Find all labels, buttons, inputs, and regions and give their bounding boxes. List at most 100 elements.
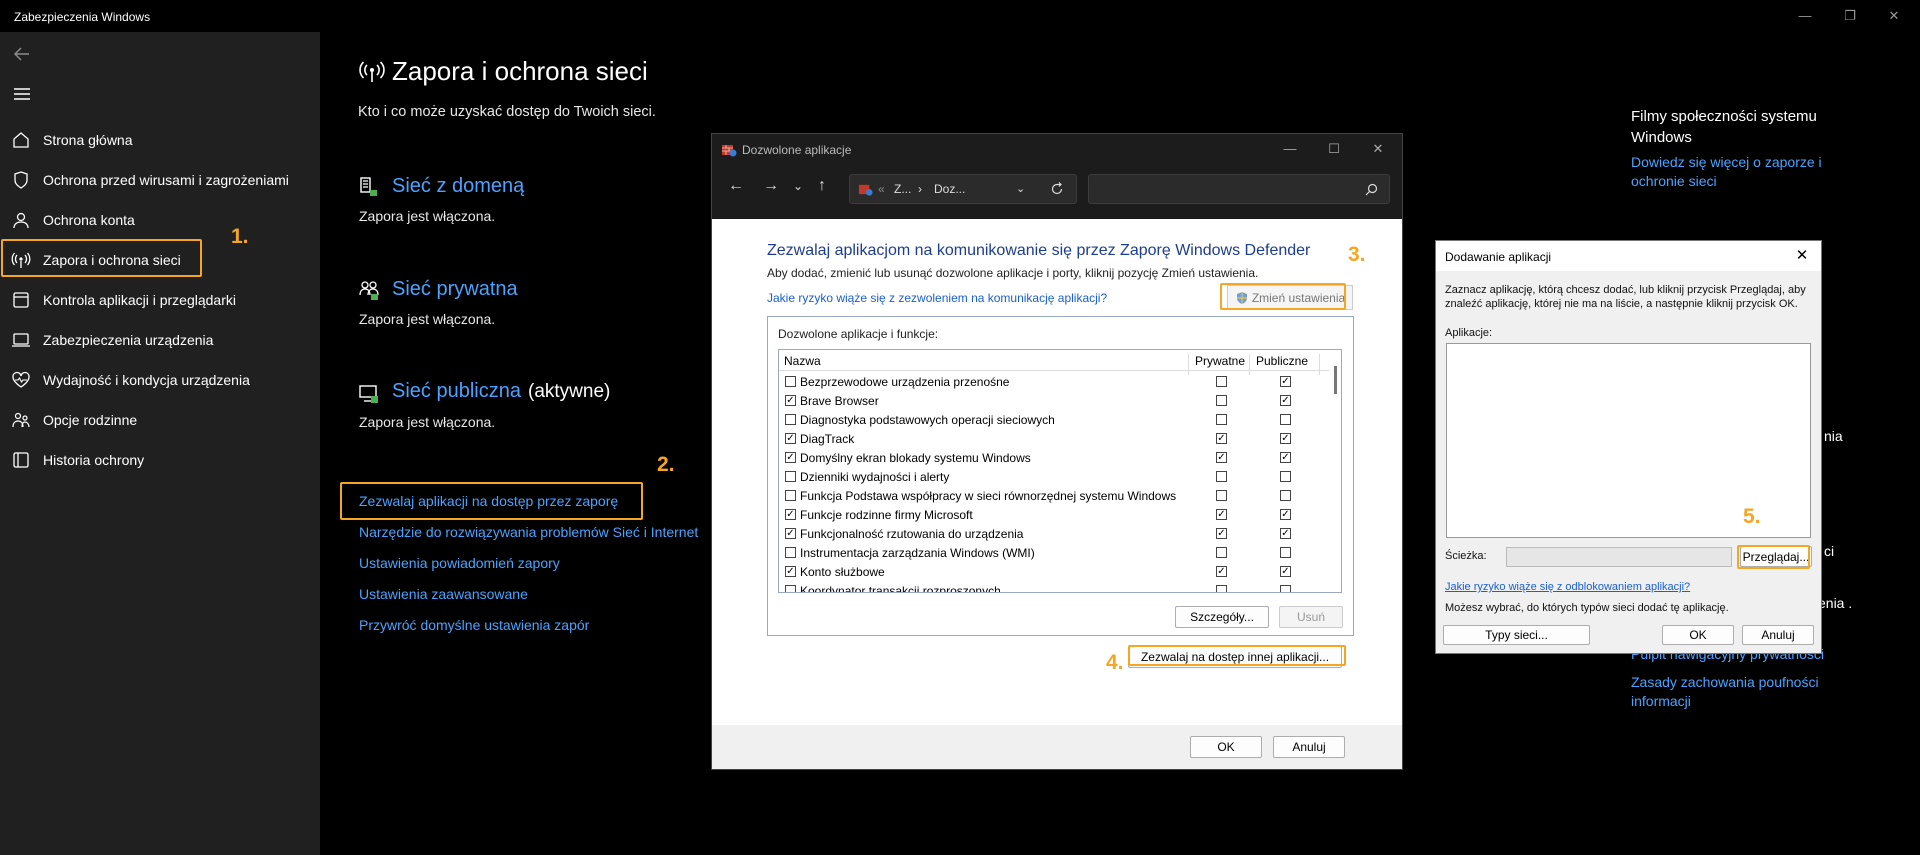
recent-locations-button[interactable]: ⌄ [786, 174, 810, 198]
table-row[interactable]: ✓ Domyślny ekran blokady systemu Windows ✓… [779, 448, 1329, 467]
firewall-notification-settings-link[interactable]: Ustawienia powiadomień zapory [359, 555, 560, 571]
table-row[interactable]: ✓ Brave Browser ✓ [779, 391, 1329, 410]
network-types-button[interactable]: Typy sieci... [1443, 625, 1590, 645]
address-segment-2[interactable]: Doz... [934, 182, 965, 196]
table-row[interactable]: Dzienniki wydajności i alerty [779, 467, 1329, 486]
minimize-button[interactable]: — [1795, 6, 1815, 26]
private-checkbox[interactable] [1216, 490, 1227, 501]
table-row[interactable]: ✓ Konto służbowe ✓ ✓ [779, 562, 1329, 581]
close-button[interactable]: ✕ [1884, 6, 1904, 26]
address-segment-1[interactable]: Z... [894, 182, 911, 196]
enabled-checkbox[interactable] [785, 471, 796, 482]
search-input[interactable] [1088, 174, 1390, 204]
sidebar-item-home[interactable]: Strona główna [4, 122, 200, 158]
public-checkbox[interactable]: ✓ [1280, 528, 1291, 539]
public-checkbox[interactable]: ✓ [1280, 376, 1291, 387]
private-checkbox[interactable]: ✓ [1216, 566, 1227, 577]
private-checkbox[interactable] [1216, 547, 1227, 558]
nav-back-button[interactable]: ← [724, 174, 748, 198]
enabled-checkbox[interactable] [785, 376, 796, 387]
address-dropdown-icon[interactable]: ⌄ [1016, 182, 1025, 195]
public-checkbox[interactable]: ✓ [1280, 509, 1291, 520]
allowed-apps-list[interactable]: Nazwa Prywatne Publiczne Bezprzewodowe u… [778, 349, 1342, 593]
sidebar-item-device-performance[interactable]: Wydajność i kondycja urządzenia [4, 362, 250, 398]
details-button[interactable]: Szczegóły... [1175, 606, 1269, 628]
unblock-risk-link[interactable]: Jakie ryzyko wiąże się z odblokowaniem a… [1445, 581, 1690, 593]
address-bar[interactable]: « Z... › Doz... ⌄ [849, 174, 1077, 204]
public-checkbox[interactable]: ✓ [1280, 395, 1291, 406]
table-row[interactable]: ✓ Funkcje rodzinne firmy Microsoft ✓ ✓ [779, 505, 1329, 524]
sidebar-item-app-browser-control[interactable]: Kontrola aplikacji i przeglądarki [4, 282, 236, 318]
dialog-minimize-button[interactable]: — [1279, 138, 1301, 160]
private-checkbox[interactable] [1216, 376, 1227, 387]
nav-up-button[interactable]: ↑ [810, 174, 834, 198]
private-checkbox[interactable] [1216, 585, 1227, 592]
list-scrollbar[interactable] [1330, 350, 1341, 592]
table-row[interactable]: Funkcja Podstawa współpracy w sieci równ… [779, 486, 1329, 505]
table-row[interactable]: ✓ Funkcjonalność rzutowania do urządzenia… [779, 524, 1329, 543]
private-checkbox[interactable] [1216, 471, 1227, 482]
enabled-checkbox[interactable]: ✓ [785, 509, 796, 520]
enabled-checkbox[interactable] [785, 585, 796, 592]
column-header-name[interactable]: Nazwa [784, 354, 821, 368]
table-row[interactable]: ✓ DiagTrack ✓ ✓ [779, 429, 1329, 448]
privacy-statement-link[interactable]: Zasady zachowania poufności informacji [1631, 673, 1831, 711]
scrollbar-thumb[interactable] [1334, 366, 1337, 394]
private-network-link[interactable]: Sieć prywatna [392, 278, 518, 301]
refresh-icon[interactable] [1050, 182, 1064, 196]
table-row[interactable]: Bezprzewodowe urządzenia przenośne ✓ [779, 372, 1329, 391]
sidebar-item-account-protection[interactable]: Ochrona konta [4, 202, 200, 238]
table-row[interactable]: Koordynator transakcji rozproszonych [779, 581, 1329, 592]
enabled-checkbox[interactable] [785, 490, 796, 501]
private-checkbox[interactable]: ✓ [1216, 509, 1227, 520]
add-ok-button[interactable]: OK [1662, 625, 1734, 645]
enabled-checkbox[interactable]: ✓ [785, 433, 796, 444]
enabled-checkbox[interactable] [785, 414, 796, 425]
table-row[interactable]: Instrumentacja zarządzania Windows (WMI) [779, 543, 1329, 562]
menu-button[interactable] [10, 82, 34, 106]
enabled-checkbox[interactable]: ✓ [785, 452, 796, 463]
path-input[interactable] [1506, 547, 1732, 567]
public-checkbox[interactable] [1280, 414, 1291, 425]
restore-defaults-link[interactable]: Przywróć domyślne ustawienia zapór [359, 617, 589, 633]
ok-button[interactable]: OK [1190, 736, 1262, 758]
public-network-link[interactable]: Sieć publiczna [392, 380, 521, 403]
private-checkbox[interactable] [1216, 414, 1227, 425]
enabled-checkbox[interactable]: ✓ [785, 528, 796, 539]
private-checkbox[interactable]: ✓ [1216, 433, 1227, 444]
public-checkbox[interactable] [1280, 471, 1291, 482]
enabled-checkbox[interactable] [785, 547, 796, 558]
remove-button[interactable]: Usuń [1279, 606, 1343, 628]
enabled-checkbox[interactable]: ✓ [785, 395, 796, 406]
cancel-button[interactable]: Anuluj [1273, 736, 1345, 758]
enabled-checkbox[interactable]: ✓ [785, 566, 796, 577]
public-checkbox[interactable]: ✓ [1280, 452, 1291, 463]
sidebar-item-device-security[interactable]: Zabezpieczenia urządzenia [4, 322, 213, 358]
public-checkbox[interactable]: ✓ [1280, 433, 1291, 444]
sidebar-item-family-options[interactable]: Opcje rodzinne [4, 402, 200, 438]
public-checkbox[interactable] [1280, 585, 1291, 592]
domain-network-link[interactable]: Sieć z domeną [392, 175, 524, 198]
sidebar-item-virus-protection[interactable]: Ochrona przed wirusami i zagrożeniami [4, 162, 289, 198]
add-cancel-button[interactable]: Anuluj [1742, 625, 1814, 645]
maximize-button[interactable]: ❐ [1840, 6, 1860, 26]
add-dialog-close-button[interactable]: ✕ [1792, 246, 1812, 266]
private-checkbox[interactable] [1216, 395, 1227, 406]
private-checkbox[interactable]: ✓ [1216, 452, 1227, 463]
dialog-maximize-button[interactable]: ☐ [1323, 138, 1345, 160]
dialog-close-button[interactable]: ✕ [1367, 138, 1389, 160]
sidebar-item-protection-history[interactable]: Historia ochrony [4, 442, 200, 478]
advanced-settings-link[interactable]: Ustawienia zaawansowane [359, 586, 528, 602]
table-row[interactable]: Diagnostyka podstawowych operacji siecio… [779, 410, 1329, 429]
public-checkbox[interactable]: ✓ [1280, 566, 1291, 577]
column-header-public[interactable]: Publiczne [1256, 354, 1308, 368]
public-checkbox[interactable] [1280, 547, 1291, 558]
private-checkbox[interactable]: ✓ [1216, 528, 1227, 539]
learn-more-firewall-link[interactable]: Dowiedz się więcej o zaporze i ochronie … [1631, 153, 1831, 191]
public-checkbox[interactable] [1280, 490, 1291, 501]
column-header-private[interactable]: Prywatne [1195, 354, 1245, 368]
back-button[interactable] [10, 42, 34, 66]
troubleshooter-link[interactable]: Narzędzie do rozwiązywania problemów Sie… [359, 524, 698, 540]
nav-forward-button[interactable]: → [759, 174, 783, 198]
risk-info-link[interactable]: Jakie ryzyko wiąże się z zezwoleniem na … [767, 291, 1107, 305]
